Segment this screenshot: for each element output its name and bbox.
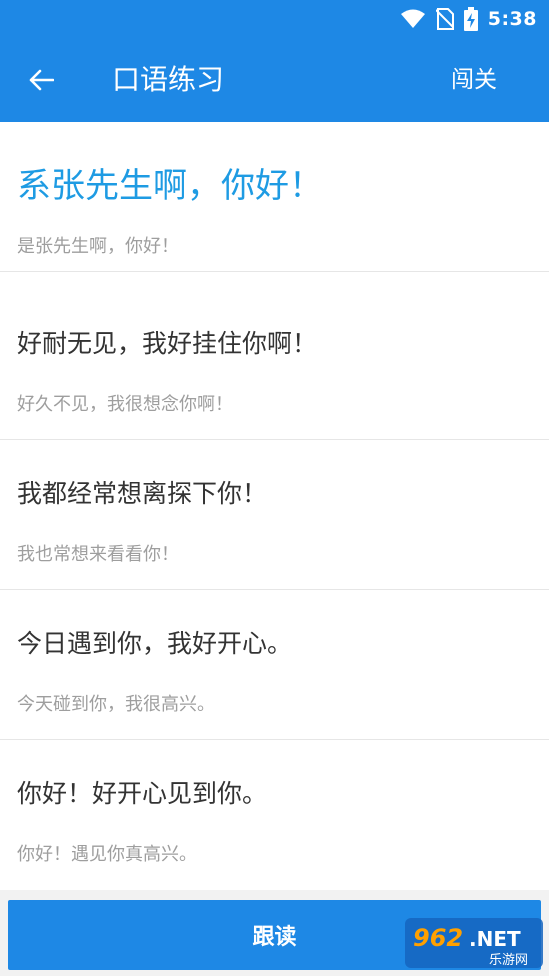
status-icons: 5:38 bbox=[400, 0, 537, 38]
phrase-item[interactable]: 你好！好开心见到你。 你好！遇见你真高兴。 bbox=[0, 740, 549, 890]
status-time: 5:38 bbox=[487, 8, 537, 30]
back-button[interactable] bbox=[18, 58, 64, 102]
phrase-item[interactable]: 好耐无见，我好挂住你啊！ 好久不见，我很想念你啊！ bbox=[0, 290, 549, 440]
phrase-cantonese: 今日遇到你，我好开心。 bbox=[17, 629, 293, 658]
phrase-mandarin: 好久不见，我很想念你啊！ bbox=[17, 394, 233, 415]
wifi-icon bbox=[400, 9, 426, 29]
phrase-mandarin: 今天碰到你，我很高兴。 bbox=[17, 694, 215, 715]
phrase-mandarin: 我也常想来看看你！ bbox=[17, 544, 179, 565]
phrase-mandarin: 你好！遇见你真高兴。 bbox=[17, 844, 197, 865]
phrase-cantonese: 我都经常想离探下你！ bbox=[17, 479, 268, 508]
no-sim-icon bbox=[435, 8, 454, 30]
challenge-button[interactable]: 闯关 bbox=[451, 38, 497, 122]
follow-read-button[interactable]: 跟读 bbox=[8, 900, 541, 970]
phrase-item[interactable]: 我都经常想离探下你！ 我也常想来看看你！ bbox=[0, 440, 549, 590]
page-title: 口语练习 bbox=[112, 63, 225, 96]
phrase-item[interactable]: 今日遇到你，我好开心。 今天碰到你，我很高兴。 bbox=[0, 590, 549, 740]
status-bar: 5:38 bbox=[0, 0, 549, 38]
phrase-cantonese: 你好！好开心见到你。 bbox=[17, 779, 268, 808]
phrase-cantonese: 系张先生啊，你好！ bbox=[17, 166, 323, 206]
arrow-left-icon bbox=[28, 69, 54, 91]
app-bar: 口语练习 闯关 bbox=[0, 38, 549, 122]
battery-charging-icon bbox=[463, 7, 478, 31]
phrase-cantonese: 好耐无见，我好挂住你啊！ bbox=[17, 329, 318, 358]
phrase-list: 系张先生啊，你好！ 是张先生啊，你好！ 好耐无见，我好挂住你啊！ 好久不见，我很… bbox=[0, 122, 549, 890]
phrase-mandarin: 是张先生啊，你好！ bbox=[17, 236, 179, 257]
bottom-bar: 跟读 bbox=[0, 890, 549, 976]
phrase-item-active[interactable]: 系张先生啊，你好！ 是张先生啊，你好！ bbox=[0, 122, 549, 272]
